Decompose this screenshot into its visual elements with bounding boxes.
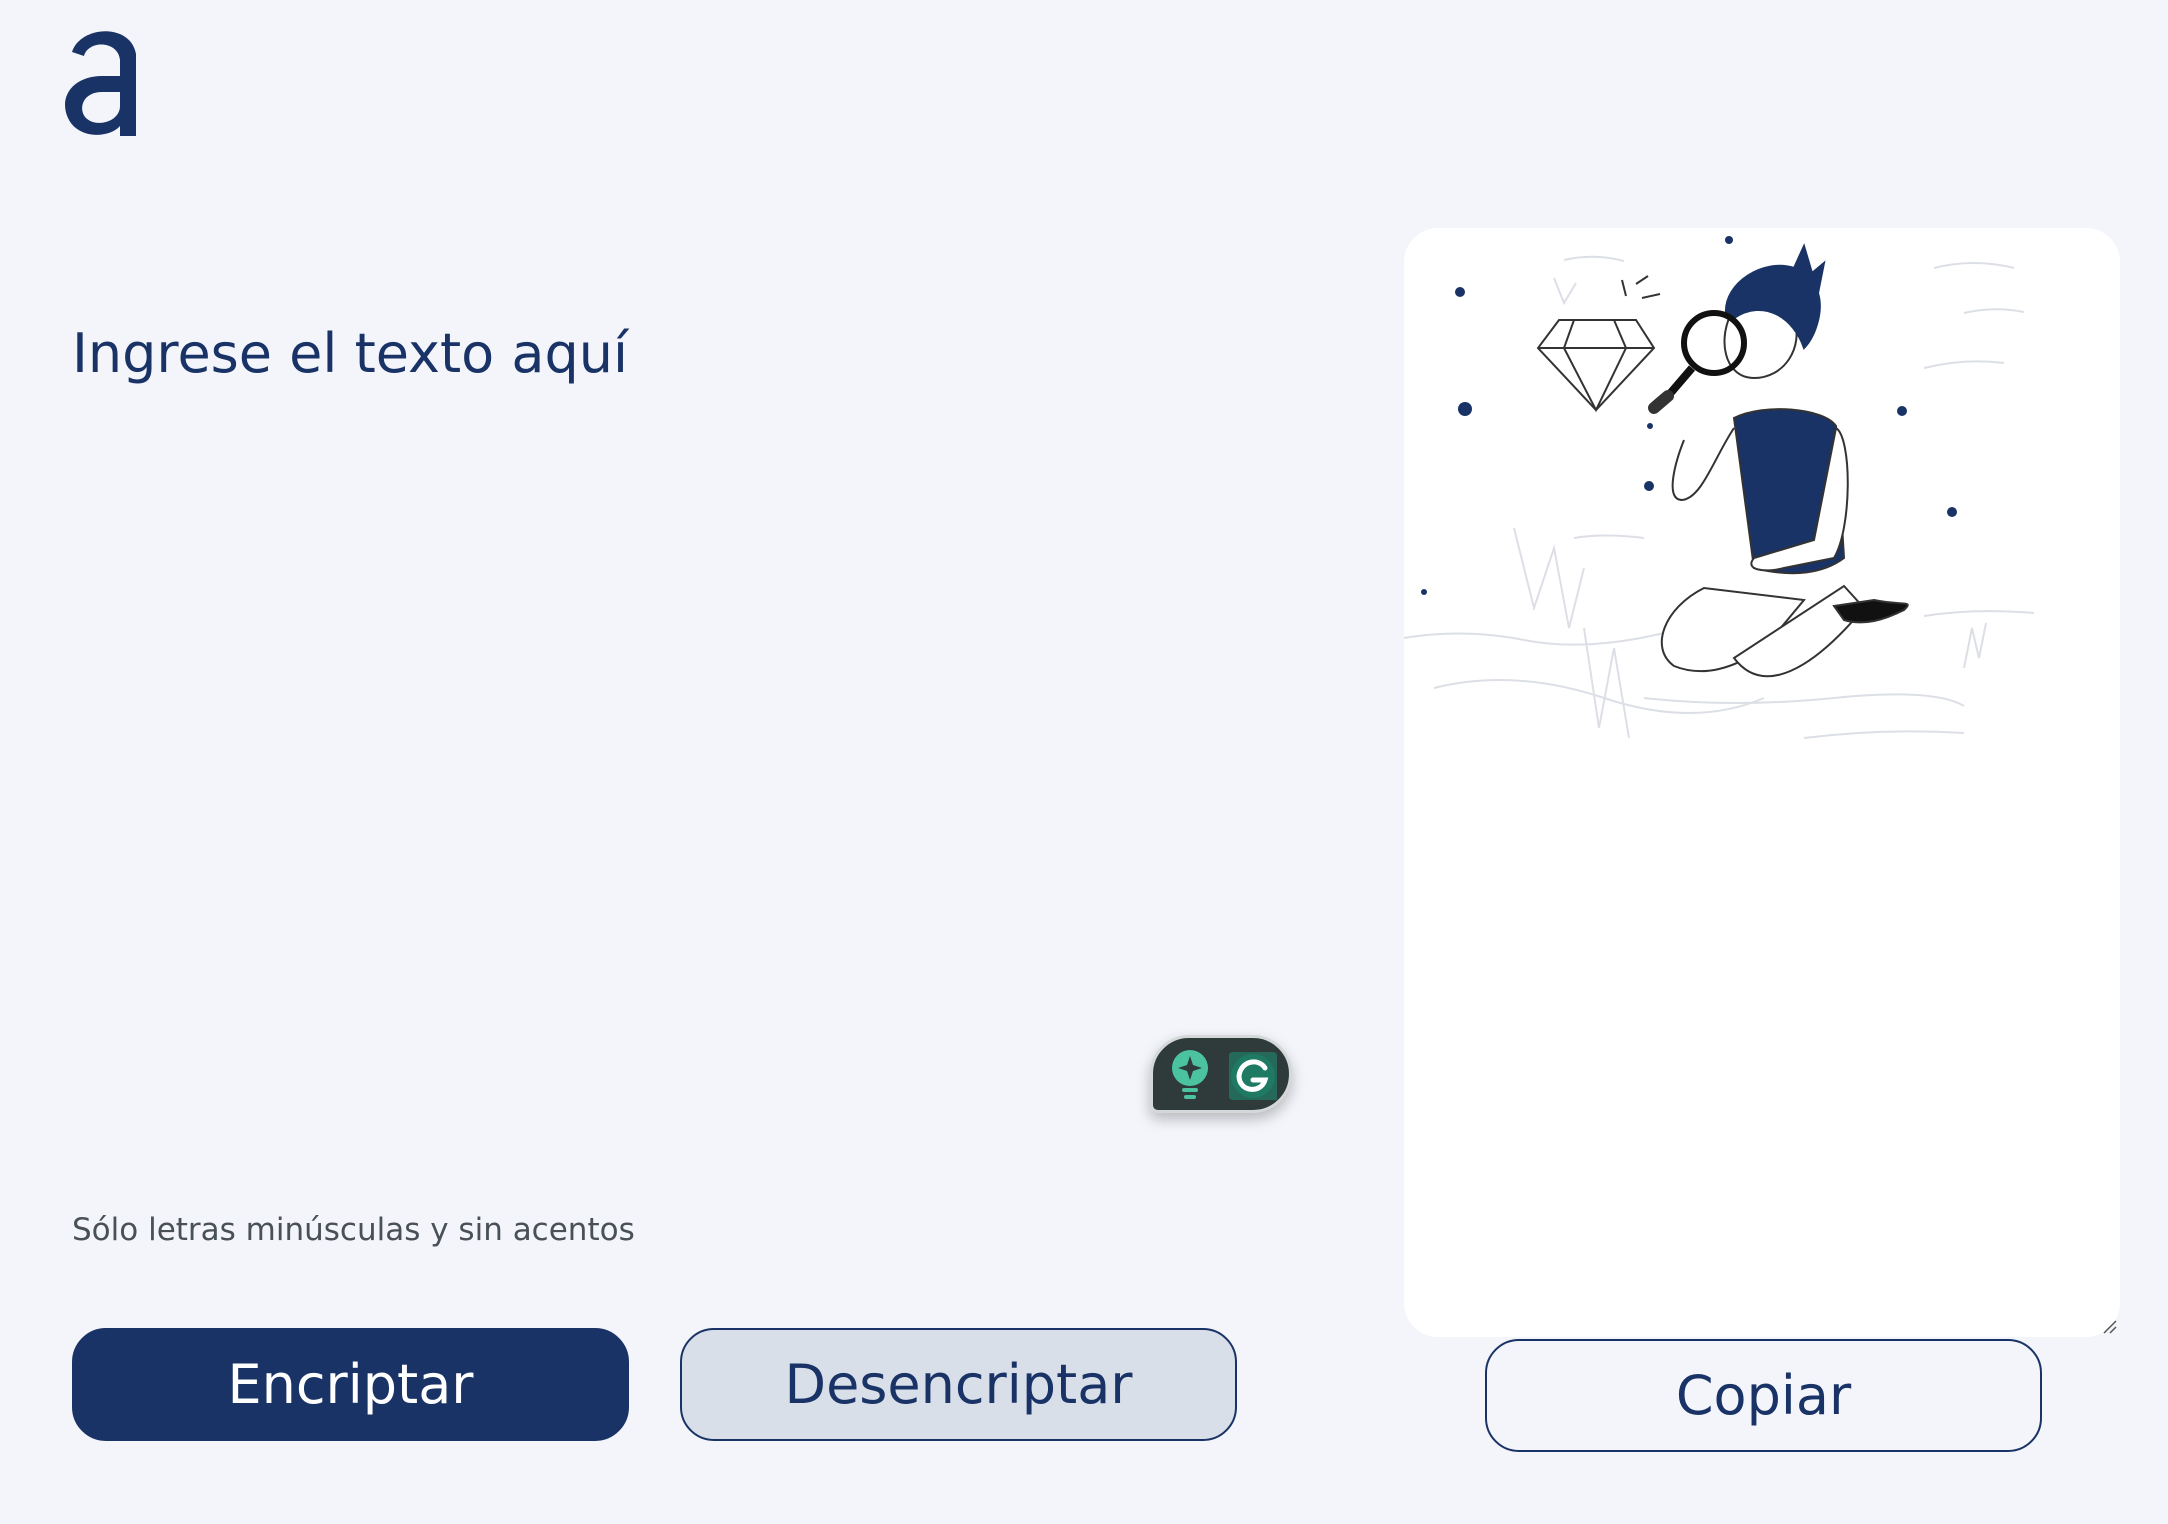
resize-grip-icon[interactable]: [2102, 1319, 2118, 1335]
magnifying-glass-person-illustration: [1404, 236, 2035, 739]
info-hint-text: Sólo letras minúsculas y sin acentos: [72, 1212, 635, 1248]
lightbulb-icon[interactable]: [1167, 1048, 1213, 1102]
grammarly-widget[interactable]: [1150, 1035, 1292, 1113]
output-panel[interactable]: [1404, 228, 2120, 1337]
encrypt-button[interactable]: Encriptar: [72, 1328, 629, 1441]
text-input[interactable]: [72, 310, 1272, 1110]
decrypt-button[interactable]: Desencriptar: [680, 1328, 1237, 1441]
alura-logo-icon: [65, 31, 136, 136]
copy-button[interactable]: Copiar: [1485, 1339, 2042, 1452]
input-hint: Sólo letras minúsculas y sin acentos: [72, 1212, 635, 1248]
grammarly-g-icon[interactable]: [1225, 1048, 1281, 1104]
